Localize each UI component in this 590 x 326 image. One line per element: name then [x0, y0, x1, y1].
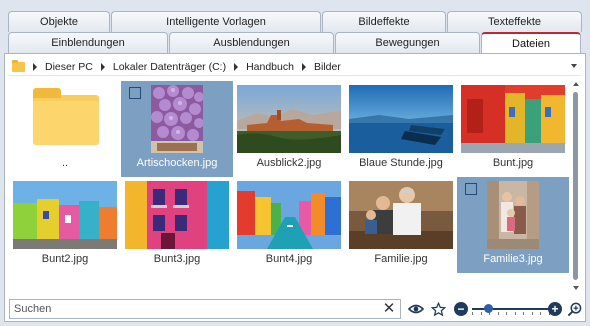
scroll-down-arrow-icon[interactable] — [573, 286, 579, 290]
scrollbar-thumb[interactable] — [573, 92, 578, 280]
file-label: Ausblick2.jpg — [256, 157, 322, 169]
bottom-toolbar: ✕ − + — [9, 298, 581, 320]
thumbnail-pink-house — [125, 181, 229, 249]
tab-bewegungen[interactable]: Bewegungen — [335, 32, 480, 53]
tab-dateien[interactable]: Dateien — [481, 32, 581, 53]
file-label: Bunt2.jpg — [41, 253, 89, 265]
thumbnail-blue-lake — [349, 85, 453, 153]
minus-icon: − — [454, 302, 468, 316]
file-tile-familie[interactable]: Familie.jpg — [345, 177, 457, 273]
thumbnail-landscape — [237, 85, 341, 153]
file-label: Bunt.jpg — [492, 157, 534, 169]
tab-texteffekte[interactable]: Texteffekte — [447, 11, 582, 32]
eye-icon — [408, 304, 424, 314]
breadcrumb-item-pc[interactable]: Dieser PC — [45, 61, 93, 73]
tab-label: Ausblendungen — [213, 37, 290, 49]
tab-label: Einblendungen — [51, 37, 125, 49]
chevron-right-icon — [301, 62, 306, 71]
file-tile-blaue-stunde[interactable]: Blaue Stunde.jpg — [345, 81, 457, 177]
file-label: Bunt3.jpg — [153, 253, 201, 265]
folder-icon — [33, 88, 99, 145]
zoom-magnifier-icon — [567, 302, 581, 316]
breadcrumb-item-handbuch[interactable]: Handbuch — [246, 61, 294, 73]
vertical-scrollbar[interactable] — [571, 80, 581, 292]
tab-label: Texteffekte — [488, 16, 541, 28]
tab-label: Objekte — [40, 16, 78, 28]
file-label: Blaue Stunde.jpg — [359, 157, 443, 169]
selection-checkbox[interactable] — [465, 183, 477, 195]
chevron-right-icon — [33, 62, 37, 71]
file-tile-bunt4[interactable]: Bunt4.jpg — [233, 177, 345, 273]
close-icon[interactable]: ✕ — [382, 301, 396, 316]
thumbnail-colorful-street — [13, 181, 117, 249]
file-grid: .. Artischocken.jpg Ausblick2.jpg Blaue … — [9, 81, 569, 291]
file-tile-bunt[interactable]: Bunt.jpg — [457, 81, 569, 177]
zoom-slider-ticks — [472, 312, 550, 316]
file-tile-artischocken[interactable]: Artischocken.jpg — [121, 81, 233, 177]
thumbnail-colorful-houses — [461, 85, 565, 153]
selection-checkbox[interactable] — [129, 87, 141, 99]
zoom-slider-handle[interactable] — [483, 304, 493, 313]
tab-ausblendungen[interactable]: Ausblendungen — [169, 32, 334, 53]
thumbnail-family — [349, 181, 453, 249]
thumbnail-canal — [237, 181, 341, 249]
favorite-button[interactable] — [429, 299, 447, 319]
file-tile-parent-folder[interactable]: .. — [9, 81, 121, 177]
tab-label: Dateien — [512, 37, 550, 50]
tab-bildeffekte[interactable]: Bildeffekte — [322, 11, 446, 32]
chevron-down-icon[interactable] — [571, 64, 577, 68]
tab-objekte[interactable]: Objekte — [8, 11, 110, 32]
folder-icon — [12, 59, 25, 72]
tab-intelligente-vorlagen[interactable]: Intelligente Vorlagen — [111, 11, 321, 32]
breadcrumb-item-bilder[interactable]: Bilder — [314, 61, 341, 73]
file-tile-bunt3[interactable]: Bunt3.jpg — [121, 177, 233, 273]
thumbnail-family-portrait — [487, 181, 539, 249]
file-label: Bunt4.jpg — [265, 253, 313, 265]
search-box: ✕ — [9, 299, 401, 319]
chevron-right-icon — [234, 62, 239, 71]
file-browser-panel: Dieser PC Lokaler Datenträger (C:) Handb… — [4, 53, 586, 322]
chevron-right-icon — [100, 62, 105, 71]
file-tile-ausblick2[interactable]: Ausblick2.jpg — [233, 81, 345, 177]
zoom-fit-button[interactable] — [566, 299, 582, 319]
scroll-up-arrow-icon[interactable] — [573, 82, 579, 86]
file-label: Artischocken.jpg — [136, 157, 218, 169]
star-icon — [430, 301, 446, 316]
tab-label: Bewegungen — [375, 37, 440, 49]
zoom-out-button[interactable]: − — [453, 299, 469, 319]
tab-einblendungen[interactable]: Einblendungen — [8, 32, 168, 53]
file-label: Familie.jpg — [374, 253, 428, 265]
breadcrumb: Dieser PC Lokaler Datenträger (C:) Handb… — [9, 58, 581, 76]
search-input[interactable] — [10, 300, 370, 318]
plus-icon: + — [548, 302, 562, 316]
breadcrumb-item-drive[interactable]: Lokaler Datenträger (C:) — [113, 61, 226, 73]
file-label: Familie3.jpg — [483, 253, 543, 265]
thumbnail-artichokes — [151, 85, 203, 153]
tab-label: Intelligente Vorlagen — [166, 16, 266, 28]
tab-row-top: Objekte Intelligente Vorlagen Bildeffekt… — [8, 11, 583, 32]
file-label: .. — [61, 157, 69, 169]
tab-label: Bildeffekte — [358, 16, 410, 28]
zoom-in-button[interactable]: + — [547, 299, 563, 319]
tab-row-bottom: Einblendungen Ausblendungen Bewegungen D… — [8, 32, 583, 53]
file-tile-familie3[interactable]: Familie3.jpg — [457, 177, 569, 273]
file-tile-bunt2[interactable]: Bunt2.jpg — [9, 177, 121, 273]
preview-button[interactable] — [407, 299, 425, 319]
